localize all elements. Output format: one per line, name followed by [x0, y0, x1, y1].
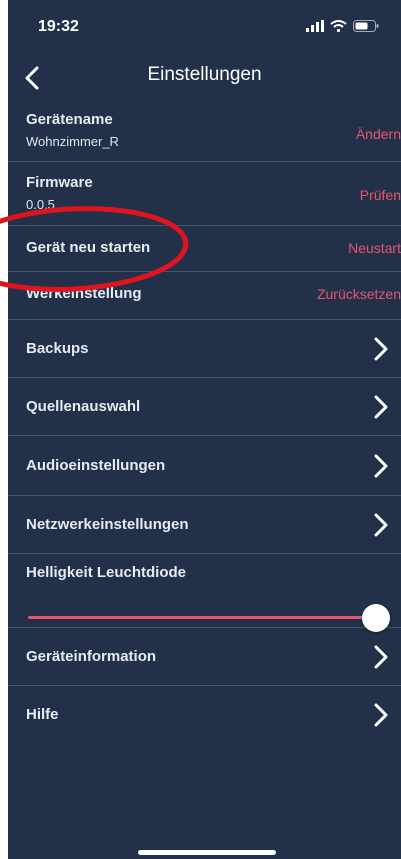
setting-help[interactable]: Hilfe	[8, 686, 401, 744]
setting-network[interactable]: Netzwerkeinstellungen	[8, 496, 401, 554]
battery-icon	[353, 20, 379, 32]
chevron-right-icon[interactable]	[373, 454, 389, 478]
setting-backups[interactable]: Backups	[8, 320, 401, 378]
chevron-right-icon[interactable]	[373, 645, 389, 669]
change-name-button[interactable]: Ändern	[356, 126, 401, 142]
network-settings-label: Netzwerkeinstellungen	[26, 516, 189, 533]
device-info-label: Geräteinformation	[26, 648, 157, 665]
audio-settings-label: Audioeinstellungen	[26, 457, 166, 474]
status-bar: 19:32	[8, 0, 401, 52]
setting-factory-reset[interactable]: Werkeinstellung Zurücksetzen	[8, 272, 401, 320]
chevron-right-icon[interactable]	[373, 513, 389, 537]
setting-restart[interactable]: Gerät neu starten Neustart	[8, 226, 401, 272]
firmware-version: 0.0.5	[26, 197, 55, 212]
firmware-label: Firmware	[26, 174, 93, 191]
setting-device-name: Gerätename Wohnzimmer_R Ändern	[8, 104, 401, 162]
page-title: Einstellungen	[147, 64, 262, 85]
app-screen: 19:32 Einstellungen Gerätename Wohnzimme…	[8, 0, 401, 859]
device-name-value: Wohnzimmer_R	[26, 134, 119, 149]
device-name-label: Gerätename	[26, 111, 113, 128]
restart-label: Gerät neu starten	[26, 239, 151, 256]
status-time: 19:32	[38, 18, 79, 35]
home-indicator	[138, 850, 276, 855]
source-selection-label: Quellenauswahl	[26, 398, 141, 415]
chevron-right-icon[interactable]	[373, 395, 389, 419]
setting-device-info[interactable]: Geräteinformation	[8, 628, 401, 686]
signal-icon	[306, 20, 324, 32]
setting-led-brightness: Helligkeit Leuchtdiode	[8, 554, 401, 632]
chevron-right-icon[interactable]	[373, 703, 389, 727]
settings-list: Gerätename Wohnzimmer_R Ändern Firmware …	[8, 104, 401, 744]
navigation-bar: Einstellungen	[8, 52, 401, 104]
setting-audio[interactable]: Audioeinstellungen	[8, 436, 401, 496]
led-brightness-label: Helligkeit Leuchtdiode	[26, 564, 187, 581]
help-label: Hilfe	[26, 706, 59, 723]
restart-button[interactable]: Neustart	[348, 240, 401, 256]
backups-label: Backups	[26, 340, 89, 357]
check-firmware-button[interactable]: Prüfen	[360, 187, 401, 203]
factory-reset-label: Werkeinstellung	[26, 285, 142, 302]
slider-track	[28, 616, 376, 619]
setting-source-selection[interactable]: Quellenauswahl	[8, 378, 401, 436]
setting-firmware: Firmware 0.0.5 Prüfen	[8, 162, 401, 226]
factory-reset-button[interactable]: Zurücksetzen	[317, 286, 401, 302]
chevron-right-icon[interactable]	[373, 337, 389, 361]
wifi-icon	[330, 20, 347, 32]
status-icons	[306, 20, 379, 32]
